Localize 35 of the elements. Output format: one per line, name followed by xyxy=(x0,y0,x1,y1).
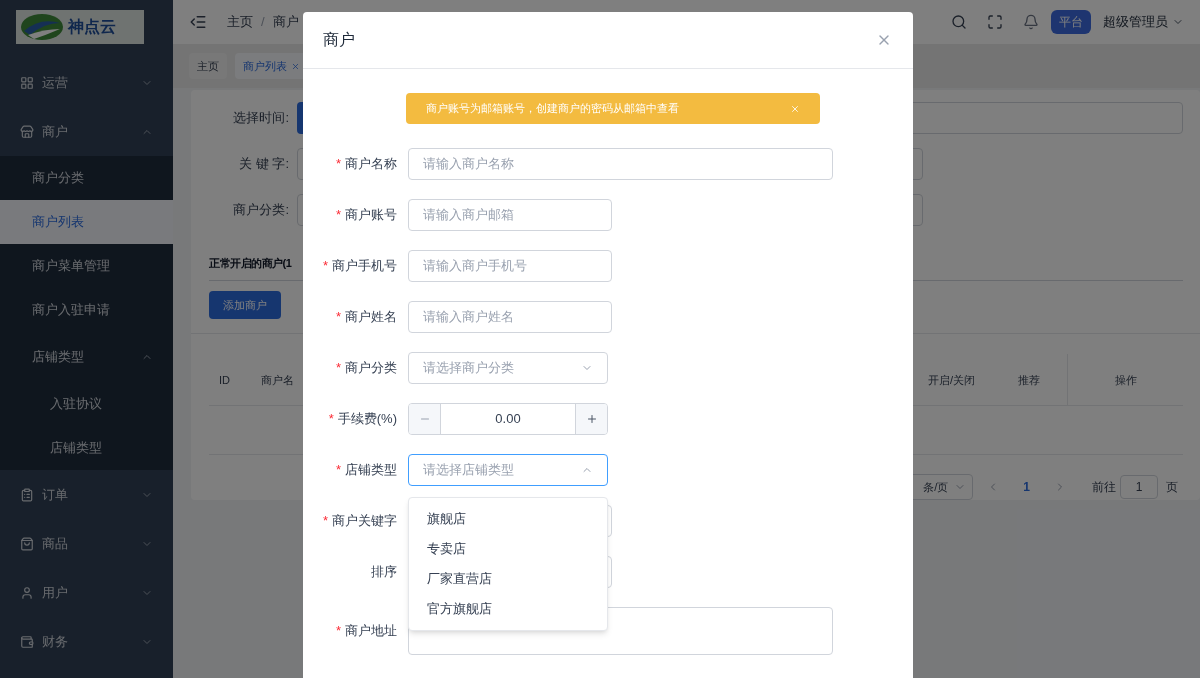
required-mark: * xyxy=(335,359,341,378)
filter-label: 商户分类: xyxy=(232,201,290,220)
platform-badge: 平台 xyxy=(1051,10,1091,34)
required-mark: * xyxy=(335,155,341,174)
logo-text: 神点云 xyxy=(68,17,116,37)
field-label: 商户姓名 xyxy=(345,308,397,327)
field-label: 商户分类 xyxy=(345,359,397,378)
breadcrumb-separator: / xyxy=(261,13,265,32)
dialog-title: 商户 xyxy=(323,30,355,50)
required-mark: * xyxy=(335,461,341,480)
section-title: 正常开启的商户(1 xyxy=(209,256,292,271)
column-header: 开启/关闭 xyxy=(926,372,977,388)
required-mark: * xyxy=(328,410,334,429)
field-label: 商户地址 xyxy=(345,622,397,641)
column-header: ID xyxy=(218,372,231,388)
field-label: 手续费(%) xyxy=(337,410,397,429)
filter-label: 关 键 字: xyxy=(238,155,290,174)
required-mark: * xyxy=(322,512,328,531)
field-label: 店铺类型 xyxy=(345,461,397,480)
required-mark: * xyxy=(335,622,341,641)
field-label: 商户手机号 xyxy=(332,257,397,276)
column-header: 操作 xyxy=(1113,372,1138,388)
goto-label: 前往 xyxy=(1092,479,1116,496)
page-unit: 页 xyxy=(1166,479,1178,496)
column-header: 推荐 xyxy=(990,354,1068,406)
field-label: 商户名称 xyxy=(345,155,397,174)
filter-label: 选择时间: xyxy=(232,109,290,128)
required-mark: * xyxy=(335,308,341,327)
field-label: 商户关键字 xyxy=(332,512,397,531)
column-header: 商户名 xyxy=(261,372,295,388)
required-mark: * xyxy=(335,206,341,225)
field-label: 商户账号 xyxy=(345,206,397,225)
alert-text: 商户账号为邮箱账号，创建商户的密码从邮箱中查看 xyxy=(426,101,679,117)
required-mark: * xyxy=(322,257,328,276)
field-label: 排序 xyxy=(371,563,397,582)
